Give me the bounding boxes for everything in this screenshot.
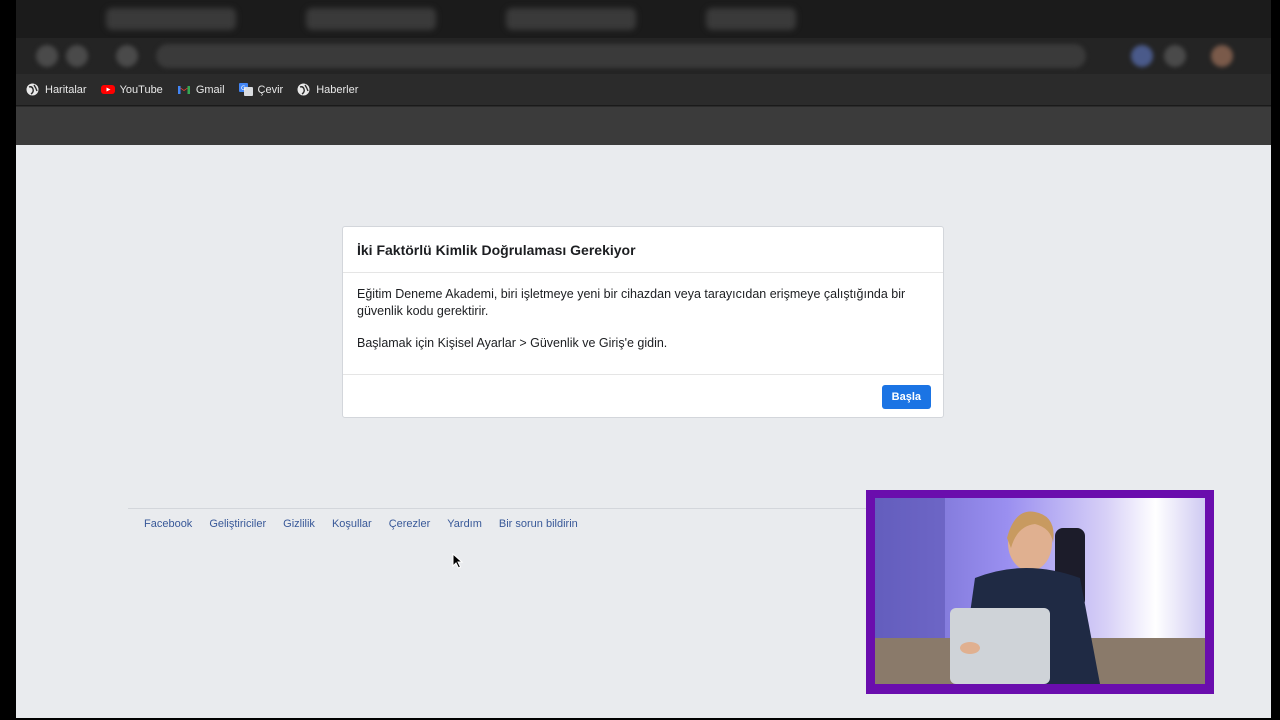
footer-links: Facebook Geliştiriciler Gizlilik Koşulla… (144, 518, 595, 530)
extension-icon[interactable] (1164, 45, 1186, 67)
dialog-instruction: Başlamak için Kişisel Ayarlar > Güvenlik… (357, 336, 668, 350)
tab-strip (16, 0, 1271, 38)
bookmark-label: Çevir (257, 83, 284, 96)
footer-link-terms[interactable]: Koşullar (332, 518, 372, 530)
gmail-icon (177, 83, 190, 96)
bookmark-gmail[interactable]: Gmail (177, 83, 225, 96)
dialog-footer: Başla (343, 375, 943, 419)
site-header-bar (16, 107, 1271, 145)
browser-tab[interactable] (306, 8, 436, 30)
dialog-title: İki Faktörlü Kimlik Doğrulaması Gerekiyo… (343, 227, 943, 273)
svg-text:G: G (241, 85, 246, 92)
bookmark-haberler[interactable]: Haberler (297, 83, 358, 96)
webcam-video (875, 498, 1205, 684)
profile-avatar-icon[interactable] (1211, 45, 1233, 67)
footer-link-help[interactable]: Yardım (447, 518, 482, 530)
footer-link-facebook[interactable]: Facebook (144, 518, 192, 530)
address-bar[interactable] (156, 44, 1086, 68)
extension-icon[interactable] (1131, 45, 1153, 67)
footer-link-report-problem[interactable]: Bir sorun bildirin (499, 518, 578, 530)
bookmark-label: Gmail (195, 83, 225, 96)
globe-icon (297, 83, 310, 96)
start-button[interactable]: Başla (881, 385, 931, 409)
bookmark-label: Haritalar (45, 83, 87, 96)
webcam-overlay (866, 490, 1214, 694)
translate-icon: G (238, 83, 253, 96)
globe-icon (26, 83, 39, 96)
footer-link-cookies[interactable]: Çerezler (389, 518, 431, 530)
bookmark-haritalar[interactable]: Haritalar (26, 83, 87, 96)
reload-icon[interactable] (116, 45, 138, 67)
browser-toolbar (16, 38, 1271, 74)
browser-tab[interactable] (506, 8, 636, 30)
bookmark-cevir[interactable]: G Çevir (238, 83, 284, 96)
bookmark-label: YouTube (119, 83, 163, 96)
browser-tab[interactable] (706, 8, 796, 30)
mouse-cursor-icon (452, 552, 464, 569)
footer-link-developers[interactable]: Geliştiriciler (209, 518, 266, 530)
back-icon[interactable] (36, 45, 58, 67)
forward-icon[interactable] (66, 45, 88, 67)
two-factor-dialog: İki Faktörlü Kimlik Doğrulaması Gerekiyo… (342, 226, 944, 418)
footer-link-privacy[interactable]: Gizlilik (283, 518, 315, 530)
footer-divider (128, 508, 888, 509)
dialog-body: Eğitim Deneme Akademi, biri işletmeye ye… (343, 273, 943, 375)
bookmarks-bar: Haritalar YouTube Gmail G Çevir Haberler (16, 74, 1271, 106)
browser-tab[interactable] (106, 8, 236, 30)
dialog-description: Eğitim Deneme Akademi, biri işletmeye ye… (357, 287, 906, 318)
bookmark-label: Haberler (316, 83, 359, 96)
youtube-icon (100, 83, 115, 96)
bookmark-youtube[interactable]: YouTube (100, 83, 163, 96)
